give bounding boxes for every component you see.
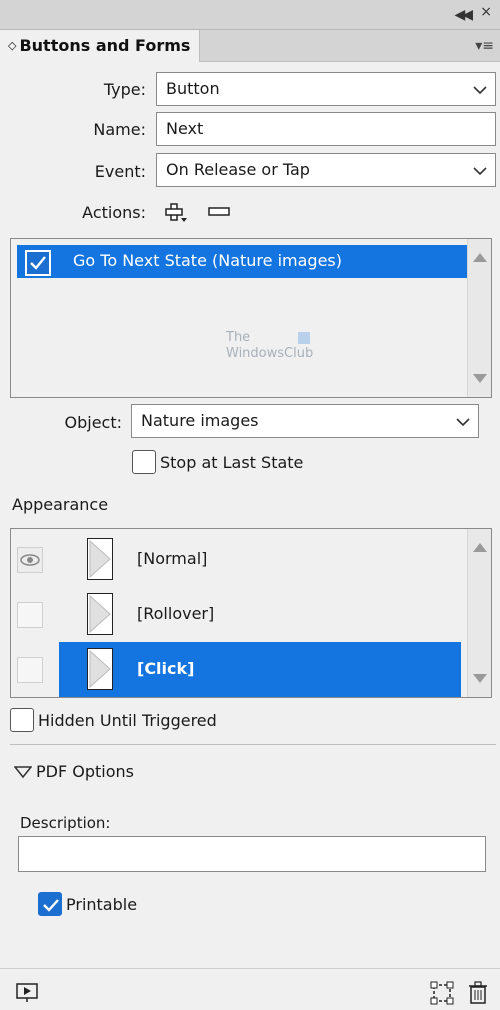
actions-list[interactable]: Go To Next State (Nature images) xyxy=(10,238,492,398)
description-label: Description: xyxy=(20,814,111,832)
add-action-icon[interactable] xyxy=(164,202,188,224)
visibility-eye-icon xyxy=(20,554,40,566)
scroll-up-icon[interactable] xyxy=(473,253,487,262)
trash-icon[interactable] xyxy=(468,981,488,1005)
chevron-down-icon xyxy=(456,418,470,427)
type-label: Type: xyxy=(103,80,146,99)
printable-label: Printable xyxy=(66,894,138,914)
scroll-up-icon[interactable] xyxy=(473,543,487,552)
pdf-options-title: PDF Options xyxy=(36,762,134,781)
name-value: Next xyxy=(166,119,204,138)
object-dropdown[interactable]: Nature images xyxy=(131,404,479,438)
panel-top-strip: ◀◀ × xyxy=(0,0,500,30)
windows-logo-icon xyxy=(298,332,310,344)
actions-scrollbar[interactable] xyxy=(467,239,491,397)
panel-title: Buttons and Forms xyxy=(19,36,191,55)
type-dropdown[interactable]: Button xyxy=(156,72,496,106)
visibility-toggle[interactable] xyxy=(17,602,43,628)
preview-spread-icon[interactable] xyxy=(16,983,38,1003)
table-row[interactable]: [Click] xyxy=(11,642,467,697)
appearance-list[interactable]: [Normal] [Rollover] [Click] xyxy=(10,528,492,698)
selection-highlight xyxy=(59,642,461,697)
hidden-until-triggered-label: Hidden Until Triggered xyxy=(38,710,217,730)
name-label: Name: xyxy=(93,120,146,139)
convert-to-button-icon[interactable] xyxy=(430,981,456,1005)
disclosure-triangle-icon[interactable] xyxy=(14,765,32,779)
checkmark-icon xyxy=(43,899,59,912)
stop-at-last-state-checkbox[interactable] xyxy=(132,450,156,474)
checkmark-icon xyxy=(30,256,46,270)
event-value: On Release or Tap xyxy=(166,160,310,179)
thumbnail-shape-icon xyxy=(89,594,111,634)
state-thumbnail xyxy=(87,538,113,580)
thumbnail-shape-icon xyxy=(89,649,111,689)
type-value: Button xyxy=(166,79,220,98)
event-label: Event: xyxy=(94,162,146,181)
description-input[interactable] xyxy=(18,836,486,872)
panel-menu-icon[interactable]: ▾≡ xyxy=(475,38,494,54)
object-value: Nature images xyxy=(141,411,259,430)
collapse-panel-icon[interactable]: ◀◀ xyxy=(454,7,472,23)
state-thumbnail xyxy=(87,593,113,635)
chevron-down-icon xyxy=(473,86,487,95)
state-name: [Rollover] xyxy=(137,604,215,623)
eye-icon[interactable] xyxy=(17,547,43,573)
bottom-toolbar xyxy=(0,968,500,1010)
object-label: Object: xyxy=(64,413,123,432)
printable-option[interactable]: Printable xyxy=(38,892,137,916)
list-item[interactable]: Go To Next State (Nature images) xyxy=(17,245,469,278)
hidden-until-triggered-option[interactable]: Hidden Until Triggered xyxy=(10,708,217,732)
table-row[interactable]: [Normal] xyxy=(11,532,467,587)
action-checkbox[interactable] xyxy=(25,250,51,276)
close-panel-icon[interactable]: × xyxy=(480,4,492,20)
actions-label: Actions: xyxy=(82,203,146,222)
state-name: [Normal] xyxy=(137,549,208,568)
event-dropdown[interactable]: On Release or Tap xyxy=(156,153,496,187)
stop-at-last-state-option[interactable]: Stop at Last State xyxy=(132,450,303,474)
up-down-arrows-icon: ◇ xyxy=(8,39,17,52)
scroll-down-icon[interactable] xyxy=(473,674,487,683)
action-label: Go To Next State (Nature images) xyxy=(73,251,342,270)
watermark-line-2: WindowsClub xyxy=(226,346,314,361)
chevron-down-icon xyxy=(473,167,487,176)
tab-buttons-and-forms[interactable]: ◇ Buttons and Forms xyxy=(0,30,200,62)
printable-checkbox[interactable] xyxy=(38,892,62,916)
appearance-scrollbar[interactable] xyxy=(467,529,491,697)
hidden-until-triggered-checkbox[interactable] xyxy=(10,708,34,732)
pdf-options-header[interactable]: PDF Options xyxy=(14,762,134,781)
stop-at-last-state-label: Stop at Last State xyxy=(160,452,304,472)
name-input[interactable]: Next xyxy=(156,112,496,146)
remove-action-icon[interactable] xyxy=(208,207,230,217)
visibility-toggle[interactable] xyxy=(17,657,43,683)
section-divider xyxy=(10,744,496,745)
panel-tab-bar: ◇ Buttons and Forms ▾≡ xyxy=(0,30,500,62)
state-thumbnail xyxy=(87,648,113,690)
scroll-down-icon[interactable] xyxy=(473,374,487,383)
state-name: [Click] xyxy=(137,659,195,678)
table-row[interactable]: [Rollover] xyxy=(11,587,467,642)
thumbnail-shape-icon xyxy=(89,539,111,579)
appearance-title: Appearance xyxy=(12,495,109,514)
